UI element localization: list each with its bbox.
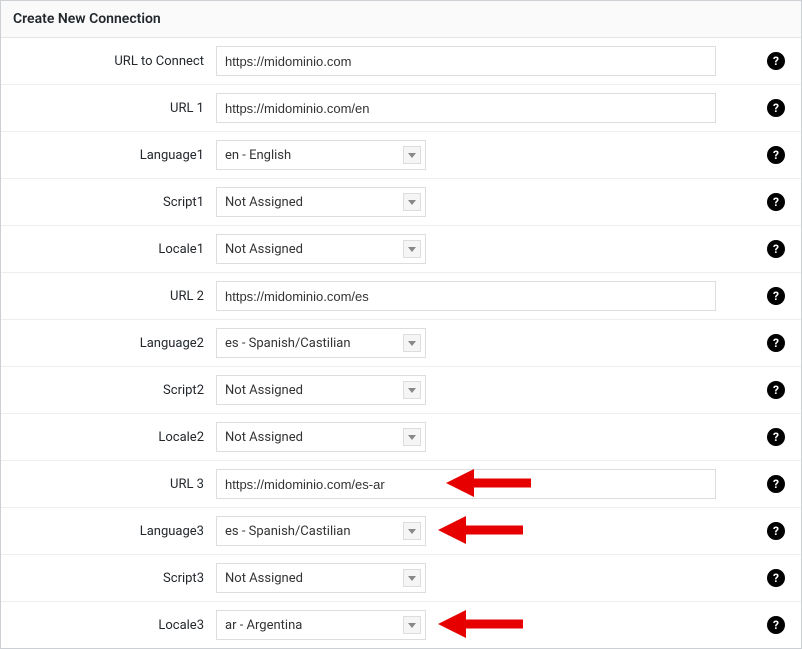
label-language2: Language2 — [1, 336, 216, 351]
row-script1: Script1 Not Assigned ? — [1, 179, 801, 226]
control-language1: en - English — [216, 140, 791, 170]
help-icon[interactable]: ? — [767, 616, 785, 634]
help-icon[interactable]: ? — [767, 193, 785, 211]
script1-select[interactable]: Not Assigned — [216, 187, 426, 217]
control-language2: es - Spanish/Castilian — [216, 328, 791, 358]
row-url1: URL 1 ? — [1, 85, 801, 132]
row-language3: Language3 es - Spanish/Castilian ? — [1, 508, 801, 555]
panel-title: Create New Connection — [1, 1, 801, 38]
row-locale3: Locale3 ar - Argentina ? — [1, 602, 801, 648]
label-script3: Script3 — [1, 571, 216, 586]
control-script3: Not Assigned — [216, 563, 791, 593]
chevron-down-icon — [403, 616, 421, 634]
help-icon[interactable]: ? — [767, 522, 785, 540]
chevron-down-icon — [403, 240, 421, 258]
locale2-select[interactable]: Not Assigned — [216, 422, 426, 452]
label-url2: URL 2 — [1, 289, 216, 304]
help-icon[interactable]: ? — [767, 287, 785, 305]
control-locale1: Not Assigned — [216, 234, 791, 264]
label-locale1: Locale1 — [1, 242, 216, 257]
help-icon[interactable]: ? — [767, 146, 785, 164]
locale3-select[interactable]: ar - Argentina — [216, 610, 426, 640]
script3-select[interactable]: Not Assigned — [216, 563, 426, 593]
chevron-down-icon — [403, 381, 421, 399]
language2-select[interactable]: es - Spanish/Castilian — [216, 328, 426, 358]
help-icon[interactable]: ? — [767, 428, 785, 446]
control-url2 — [216, 281, 791, 311]
chevron-down-icon — [403, 193, 421, 211]
label-url1: URL 1 — [1, 101, 216, 116]
help-icon[interactable]: ? — [767, 569, 785, 587]
language1-value: en - English — [225, 148, 291, 163]
script2-value: Not Assigned — [225, 383, 303, 398]
chevron-down-icon — [403, 522, 421, 540]
chevron-down-icon — [403, 569, 421, 587]
url-connect-input[interactable] — [216, 46, 716, 76]
label-url3: URL 3 — [1, 477, 216, 492]
control-url1 — [216, 93, 791, 123]
help-icon[interactable]: ? — [767, 99, 785, 117]
connection-panel: Create New Connection URL to Connect ? U… — [0, 0, 802, 649]
row-locale2: Locale2 Not Assigned ? — [1, 414, 801, 461]
row-url-connect: URL to Connect ? — [1, 38, 801, 85]
help-icon[interactable]: ? — [767, 52, 785, 70]
control-script1: Not Assigned — [216, 187, 791, 217]
row-script3: Script3 Not Assigned ? — [1, 555, 801, 602]
row-language2: Language2 es - Spanish/Castilian ? — [1, 320, 801, 367]
control-locale3: ar - Argentina — [216, 610, 791, 640]
locale1-select[interactable]: Not Assigned — [216, 234, 426, 264]
chevron-down-icon — [403, 146, 421, 164]
chevron-down-icon — [403, 334, 421, 352]
script1-value: Not Assigned — [225, 195, 303, 210]
control-script2: Not Assigned — [216, 375, 791, 405]
label-language3: Language3 — [1, 524, 216, 539]
row-script2: Script2 Not Assigned ? — [1, 367, 801, 414]
label-language1: Language1 — [1, 148, 216, 163]
chevron-down-icon — [403, 428, 421, 446]
help-icon[interactable]: ? — [767, 381, 785, 399]
script2-select[interactable]: Not Assigned — [216, 375, 426, 405]
label-script1: Script1 — [1, 195, 216, 210]
url1-input[interactable] — [216, 93, 716, 123]
url3-input[interactable] — [216, 469, 716, 499]
help-icon[interactable]: ? — [767, 334, 785, 352]
arrow-annotation-icon — [438, 510, 528, 550]
language3-select[interactable]: es - Spanish/Castilian — [216, 516, 426, 546]
language1-select[interactable]: en - English — [216, 140, 426, 170]
locale1-value: Not Assigned — [225, 242, 303, 257]
url2-input[interactable] — [216, 281, 716, 311]
control-url-connect — [216, 46, 791, 76]
locale3-value: ar - Argentina — [225, 618, 302, 633]
language3-value: es - Spanish/Castilian — [225, 524, 351, 539]
row-url2: URL 2 ? — [1, 273, 801, 320]
label-locale3: Locale3 — [1, 618, 216, 633]
control-url3 — [216, 469, 791, 499]
row-locale1: Locale1 Not Assigned ? — [1, 226, 801, 273]
label-url-connect: URL to Connect — [1, 54, 216, 69]
label-locale2: Locale2 — [1, 430, 216, 445]
control-language3: es - Spanish/Castilian — [216, 516, 791, 546]
label-script2: Script2 — [1, 383, 216, 398]
language2-value: es - Spanish/Castilian — [225, 336, 351, 351]
help-icon[interactable]: ? — [767, 240, 785, 258]
script3-value: Not Assigned — [225, 571, 303, 586]
row-language1: Language1 en - English ? — [1, 132, 801, 179]
control-locale2: Not Assigned — [216, 422, 791, 452]
row-url3: URL 3 ? — [1, 461, 801, 508]
locale2-value: Not Assigned — [225, 430, 303, 445]
arrow-annotation-icon — [438, 604, 528, 644]
help-icon[interactable]: ? — [767, 475, 785, 493]
